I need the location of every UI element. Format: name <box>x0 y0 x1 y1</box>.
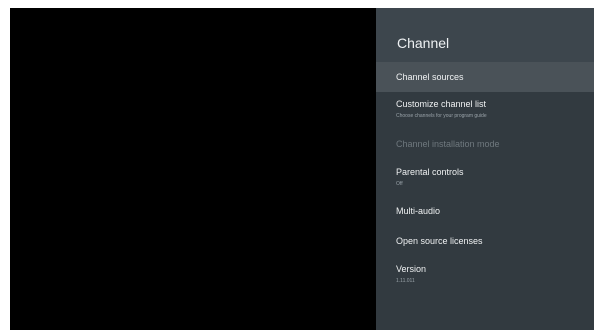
menu-item-label: Channel installation mode <box>396 139 500 149</box>
menu-item-label: Customize channel list <box>396 99 487 109</box>
panel-title: Channel <box>397 35 450 51</box>
menu-item-label: Channel sources <box>396 72 464 82</box>
menu-item-multi-audio[interactable]: Multi-audio <box>376 201 594 225</box>
menu-item-parental-controls[interactable]: Parental controls Off <box>376 163 594 197</box>
channel-settings-panel: Channel Channel sources Customize channe… <box>376 8 594 330</box>
menu-item-subtitle: Choose channels for your program guide <box>396 113 487 119</box>
menu-item-subtitle: Off <box>396 181 403 187</box>
menu-item-customize-channel-list[interactable]: Customize channel list Choose channels f… <box>376 93 594 129</box>
menu-item-open-source-licenses[interactable]: Open source licenses <box>376 231 594 255</box>
menu-item-channel-installation-mode: Channel installation mode <box>376 134 594 158</box>
menu-item-label: Parental controls <box>396 167 464 177</box>
menu-item-version[interactable]: Version 1.11.011 <box>376 260 594 294</box>
menu-item-channel-sources[interactable]: Channel sources <box>376 62 594 92</box>
menu-item-label: Multi-audio <box>396 206 441 216</box>
menu-item-label: Version <box>396 264 427 274</box>
menu-item-subtitle: 1.11.011 <box>396 278 415 284</box>
menu-item-label: Open source licenses <box>396 236 483 246</box>
panel-header: Channel <box>376 8 594 62</box>
